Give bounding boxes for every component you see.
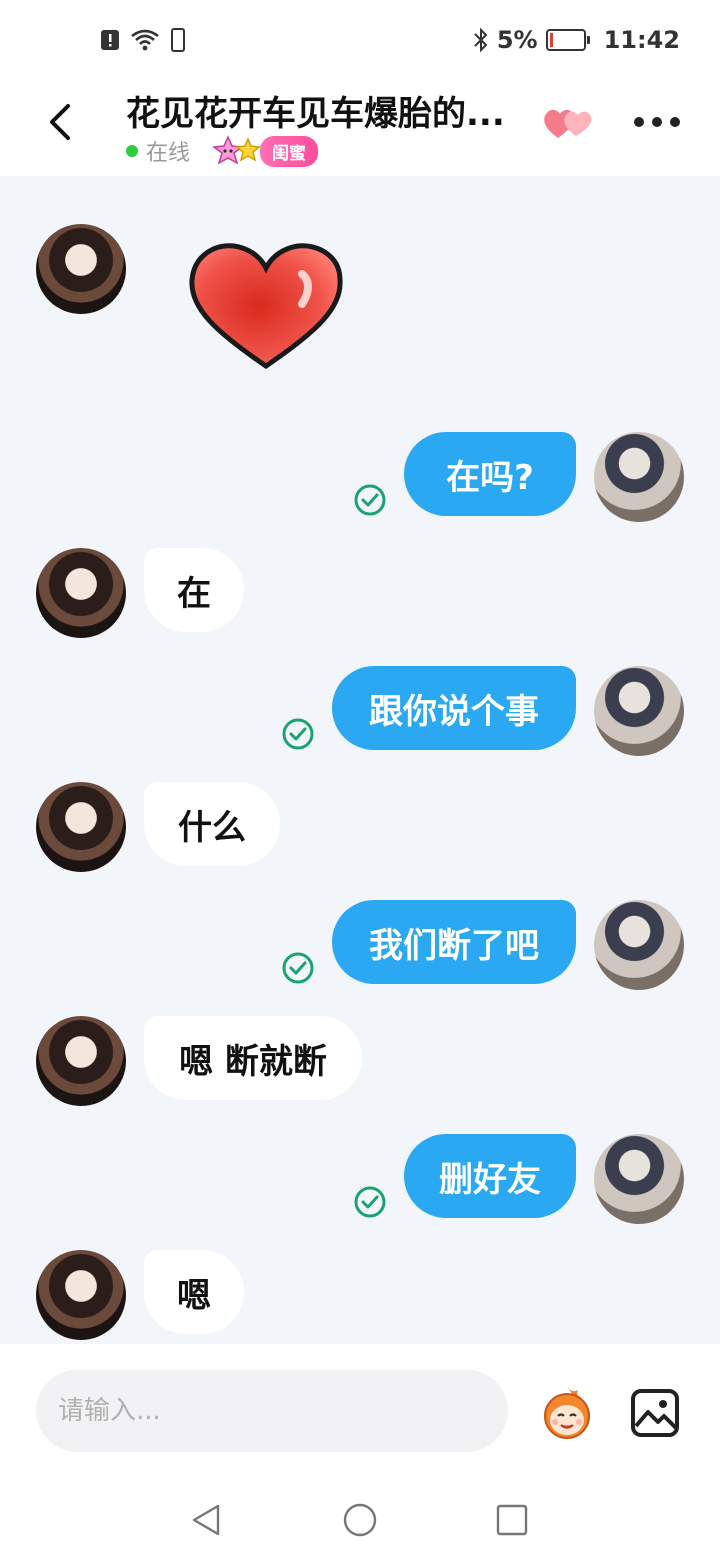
contact-avatar[interactable] <box>36 1016 126 1106</box>
contact-avatar[interactable] <box>36 1250 126 1340</box>
status-bar: 5% 11:42 <box>0 0 720 80</box>
more-options-icon[interactable] <box>634 110 680 134</box>
outgoing-message-bubble[interactable]: 跟你说个事 <box>332 666 576 750</box>
phone-icon <box>171 28 185 52</box>
emoji-mascot-icon[interactable] <box>534 1382 600 1442</box>
battery-percent: 5% <box>496 26 538 54</box>
alert-icon <box>101 30 119 50</box>
bluetooth-icon <box>474 27 488 53</box>
incoming-message-bubble[interactable]: 嗯 断就断 <box>144 1016 362 1100</box>
nav-home-icon[interactable] <box>342 1502 378 1538</box>
battery-icon <box>545 29 590 51</box>
incoming-message-bubble[interactable]: 什么 <box>144 782 280 866</box>
read-check-icon <box>354 1186 386 1218</box>
intimacy-hearts-icon[interactable] <box>540 102 596 142</box>
back-arrow-icon[interactable] <box>40 100 84 144</box>
relation-badge: 闺蜜 <box>260 135 319 167</box>
online-status: 在线 <box>146 141 191 166</box>
read-check-icon <box>282 952 314 984</box>
my-avatar[interactable] <box>594 666 684 756</box>
message-input[interactable] <box>36 1370 508 1452</box>
read-check-icon <box>282 718 314 750</box>
contact-status-row: 在线 闺蜜 <box>126 134 319 168</box>
my-avatar[interactable] <box>594 900 684 990</box>
relation-badge-group[interactable]: 闺蜜 <box>208 134 319 168</box>
nav-recent-apps-icon[interactable] <box>496 1504 528 1536</box>
image-picker-icon[interactable] <box>630 1388 680 1438</box>
status-icons-left <box>100 28 186 52</box>
chat-header: 花见花开车见车爆胎的... 在线 闺蜜 <box>0 80 720 176</box>
my-avatar[interactable] <box>594 1134 684 1224</box>
wifi-icon <box>131 29 159 51</box>
contact-name[interactable]: 花见花开车见车爆胎的... <box>126 86 526 135</box>
contact-avatar[interactable] <box>36 548 126 638</box>
clock: 11:42 <box>603 26 680 54</box>
contact-avatar[interactable] <box>36 782 126 872</box>
my-avatar[interactable] <box>594 432 684 522</box>
incoming-message-bubble[interactable]: 嗯 <box>144 1250 244 1334</box>
heart-sticker[interactable] <box>186 242 346 372</box>
incoming-message-bubble[interactable]: 在 <box>144 548 244 632</box>
online-dot <box>126 145 138 157</box>
status-icons-right: 5% 11:42 <box>473 26 680 54</box>
nav-back-icon[interactable] <box>188 1502 224 1538</box>
star-mascot-icon <box>212 135 261 165</box>
chat-message-list[interactable]: 在吗? 在 跟你说个事 什么 我们断了吧 嗯 断就断 删好友 嗯 <box>0 176 720 1344</box>
contact-avatar[interactable] <box>36 224 126 314</box>
system-nav-bar <box>0 1472 720 1560</box>
outgoing-message-bubble[interactable]: 在吗? <box>404 432 576 516</box>
message-input-bar <box>0 1344 720 1472</box>
outgoing-message-bubble[interactable]: 删好友 <box>404 1134 576 1218</box>
read-check-icon <box>354 484 386 516</box>
outgoing-message-bubble[interactable]: 我们断了吧 <box>332 900 576 984</box>
